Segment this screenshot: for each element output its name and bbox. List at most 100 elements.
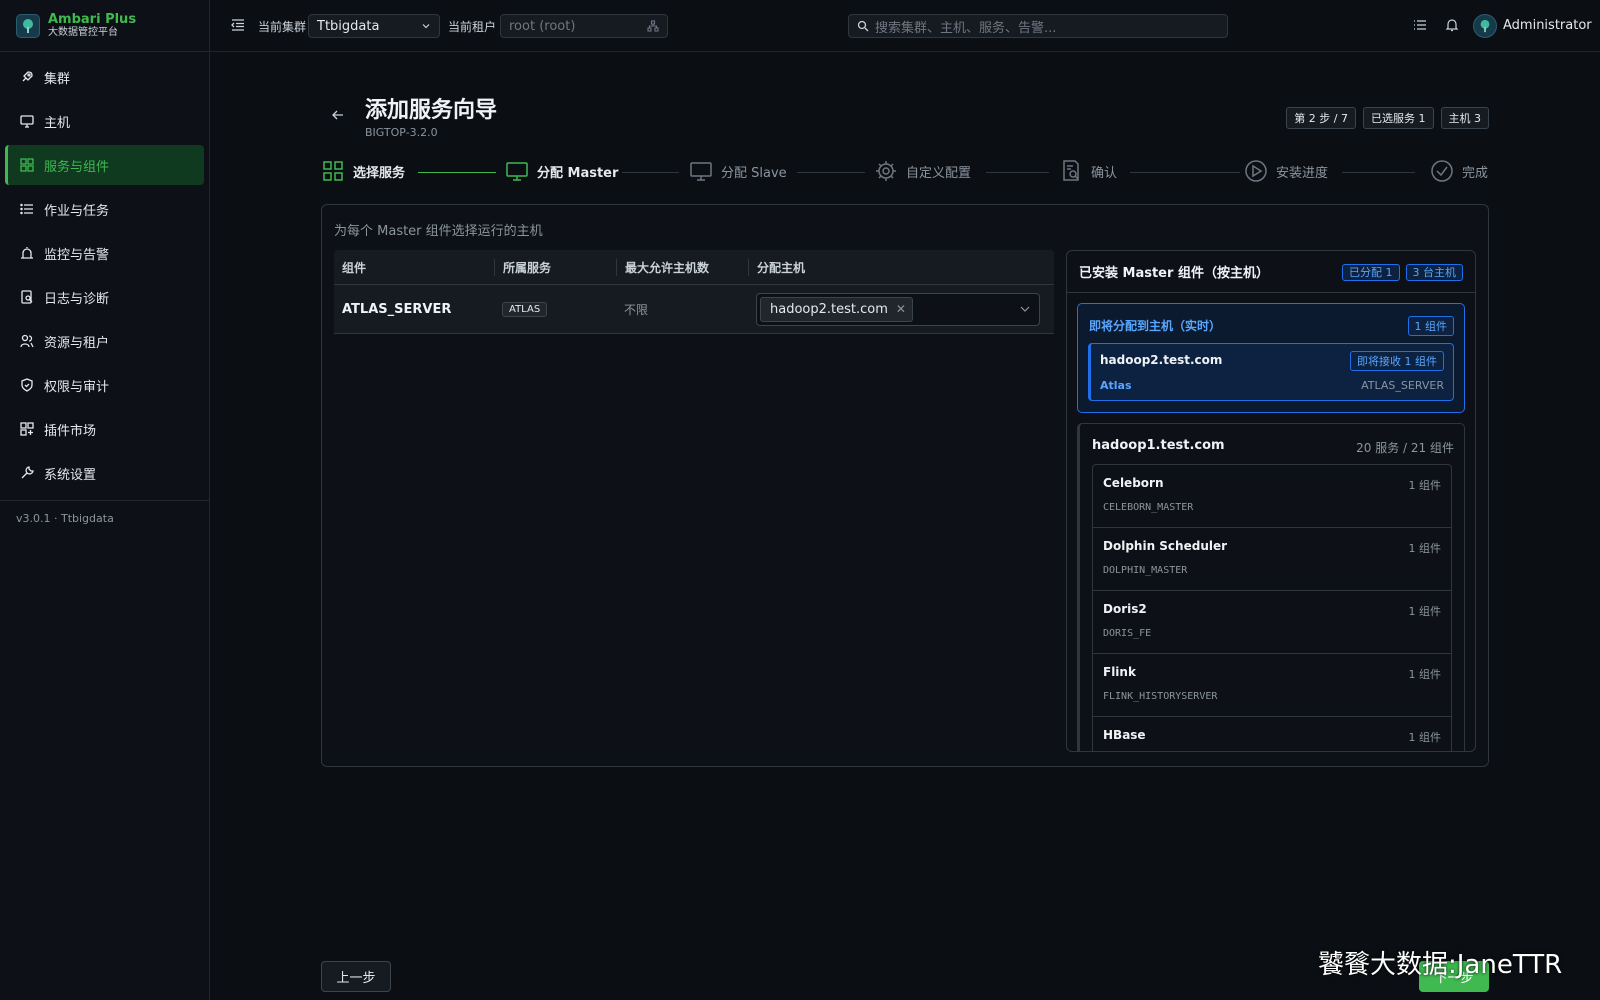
play-circle-icon: [1245, 160, 1267, 182]
monitor-icon: [690, 162, 712, 181]
step-badge: 第 2 步 / 7: [1286, 107, 1356, 129]
step-connector: [418, 172, 496, 173]
sidebar-item-tenants[interactable]: 资源与租户: [5, 321, 204, 361]
sidebar-item-label: 资源与租户: [44, 335, 110, 351]
step-label: 确认: [1091, 165, 1118, 181]
list-item: Flink 1 组件 FLINK_HISTORYSERVER: [1092, 653, 1452, 716]
step-finish[interactable]: 完成: [1431, 160, 1488, 182]
cluster-select-value: Ttbigdata: [317, 18, 380, 34]
host-select[interactable]: hadoop2.test.com ✕: [756, 292, 1040, 326]
tree-logo-icon: [1480, 19, 1490, 33]
page-title: 添加服务向导: [365, 98, 498, 123]
brand[interactable]: Ambari Plus 大数据管控平台: [0, 0, 209, 52]
service-name: Celeborn: [1103, 476, 1164, 490]
service-name: HBase: [1103, 728, 1146, 742]
component-count: 1 组件: [1408, 668, 1442, 681]
back-arrow-icon[interactable]: [330, 107, 346, 123]
sidebar-item-label: 日志与诊断: [44, 291, 110, 307]
sidebar-item-label: 系统设置: [44, 467, 97, 483]
sidebar-item-monitoring[interactable]: 监控与告警: [5, 233, 204, 273]
grid-icon: [323, 161, 343, 181]
log-icon: [20, 290, 34, 304]
tree-logo-icon: [16, 13, 40, 38]
monitor-icon: [20, 114, 34, 128]
step-connector: [1342, 172, 1415, 173]
cluster-select[interactable]: Ttbigdata: [308, 14, 440, 38]
assigned-count-badge: 已分配 1: [1342, 263, 1400, 281]
sidebar: Ambari Plus 大数据管控平台 集群 主机 服务与组件 作业与任务 监控…: [0, 0, 210, 1000]
menu-collapse-icon[interactable]: [230, 17, 246, 33]
host-count-badge: 3 台主机: [1405, 263, 1463, 281]
step-label: 分配 Slave: [721, 165, 787, 181]
sidebar-item-label: 权限与审计: [44, 379, 110, 395]
step-connector: [986, 172, 1049, 173]
component-count: 1 组件: [1408, 542, 1442, 555]
installed-masters-panel: 已安装 Master 组件（按主机） 已分配 1 3 台主机 即将分配到主机（实时…: [1066, 250, 1476, 752]
pending-component-name: ATLAS_SERVER: [1361, 379, 1444, 392]
sidebar-nav: 集群 主机 服务与组件 作业与任务 监控与告警 日志与诊断 资源与租户 权限与审…: [0, 52, 209, 493]
sidebar-item-plugins[interactable]: 插件市场: [5, 409, 204, 449]
previous-step-button[interactable]: 上一步: [321, 961, 391, 992]
list-icon: [20, 202, 34, 216]
sidebar-item-services[interactable]: 服务与组件: [5, 145, 204, 185]
hosts-badge: 主机 3: [1440, 107, 1489, 129]
list-item: Celeborn 1 组件 CELEBORN_MASTER: [1092, 464, 1452, 527]
monitor-icon: [506, 162, 528, 181]
service-name: Flink: [1103, 665, 1136, 679]
bell-icon[interactable]: [1445, 18, 1459, 32]
step-label: 分配 Master: [537, 165, 619, 181]
shield-icon: [20, 378, 34, 392]
task-list-icon[interactable]: [1413, 18, 1427, 32]
gear-icon: [876, 161, 896, 181]
sidebar-item-jobs[interactable]: 作业与任务: [5, 189, 204, 229]
panel-header: 已安装 Master 组件（按主机） 已分配 1 3 台主机: [1067, 251, 1475, 293]
sidebar-item-logs[interactable]: 日志与诊断: [5, 277, 204, 317]
cluster-label: 当前集群: [258, 20, 307, 34]
search-icon: [857, 20, 869, 32]
panel-title: 已安装 Master 组件（按主机）: [1079, 266, 1269, 281]
sidebar-item-hosts[interactable]: 主机: [5, 101, 204, 141]
pending-host-card: hadoop2.test.com 即将接收 1 组件 Atlas ATLAS_S…: [1088, 343, 1454, 401]
sidebar-item-label: 主机: [44, 115, 71, 131]
sidebar-item-settings[interactable]: 系统设置: [5, 453, 204, 493]
step-label: 完成: [1462, 165, 1489, 181]
assign-hint: 为每个 Master 组件选择运行的主机: [334, 224, 543, 239]
tenant-select[interactable]: root (root): [500, 14, 668, 38]
step-select-services[interactable]: 选择服务: [322, 160, 405, 182]
selected-host-chip: hadoop2.test.com ✕: [760, 296, 913, 322]
sidebar-item-label: 作业与任务: [44, 203, 110, 219]
step-confirm[interactable]: 确认: [1060, 160, 1117, 182]
step-assign-master[interactable]: 分配 Master: [506, 160, 618, 182]
host-group-name: hadoop1.test.com: [1092, 438, 1225, 453]
pending-host-badge: 即将接收 1 组件: [1350, 351, 1444, 371]
step-label: 选择服务: [353, 165, 406, 181]
selected-services-badge: 已选服务 1: [1363, 107, 1434, 129]
component-count: 1 组件: [1408, 479, 1442, 492]
users-icon: [20, 334, 34, 348]
sidebar-item-permissions[interactable]: 权限与审计: [5, 365, 204, 405]
list-item: HBase 1 组件: [1092, 716, 1452, 751]
sidebar-item-label: 服务与组件: [44, 159, 110, 175]
column-header-service: 所属服务: [494, 258, 616, 276]
close-icon[interactable]: ✕: [896, 302, 906, 316]
topbar: 当前集群 Ttbigdata 当前租户 root (root) 搜索集群、主机、…: [210, 0, 1600, 52]
step-connector: [622, 172, 679, 173]
selected-host-label: hadoop2.test.com: [770, 301, 888, 317]
user-name[interactable]: Administrator: [1503, 18, 1592, 33]
watermark-text: 饕餮大数据:JaneTTR: [1318, 950, 1563, 980]
chevron-down-icon: [422, 24, 430, 29]
sidebar-item-clusters[interactable]: 集群: [5, 57, 204, 97]
rocket-icon: [20, 70, 34, 84]
avatar[interactable]: [1473, 14, 1497, 38]
step-assign-slave[interactable]: 分配 Slave: [690, 160, 787, 182]
sidebar-item-label: 监控与告警: [44, 247, 110, 263]
step-install-progress[interactable]: 安装进度: [1245, 160, 1328, 182]
step-connector: [797, 172, 865, 173]
assign-master-card: 为每个 Master 组件选择运行的主机 组件 所属服务 最大允许主机数 分配主…: [321, 204, 1489, 767]
version-label: v3.0.1 · Ttbigdata: [0, 500, 210, 536]
hierarchy-icon: [647, 20, 659, 32]
global-search-input[interactable]: 搜索集群、主机、服务、告警...: [848, 14, 1228, 38]
step-customize-config[interactable]: 自定义配置: [875, 160, 971, 182]
list-item: Dolphin Scheduler 1 组件 DOLPHIN_MASTER: [1092, 527, 1452, 590]
host-service-list: Celeborn 1 组件 CELEBORN_MASTER Dolphin Sc…: [1092, 464, 1452, 751]
